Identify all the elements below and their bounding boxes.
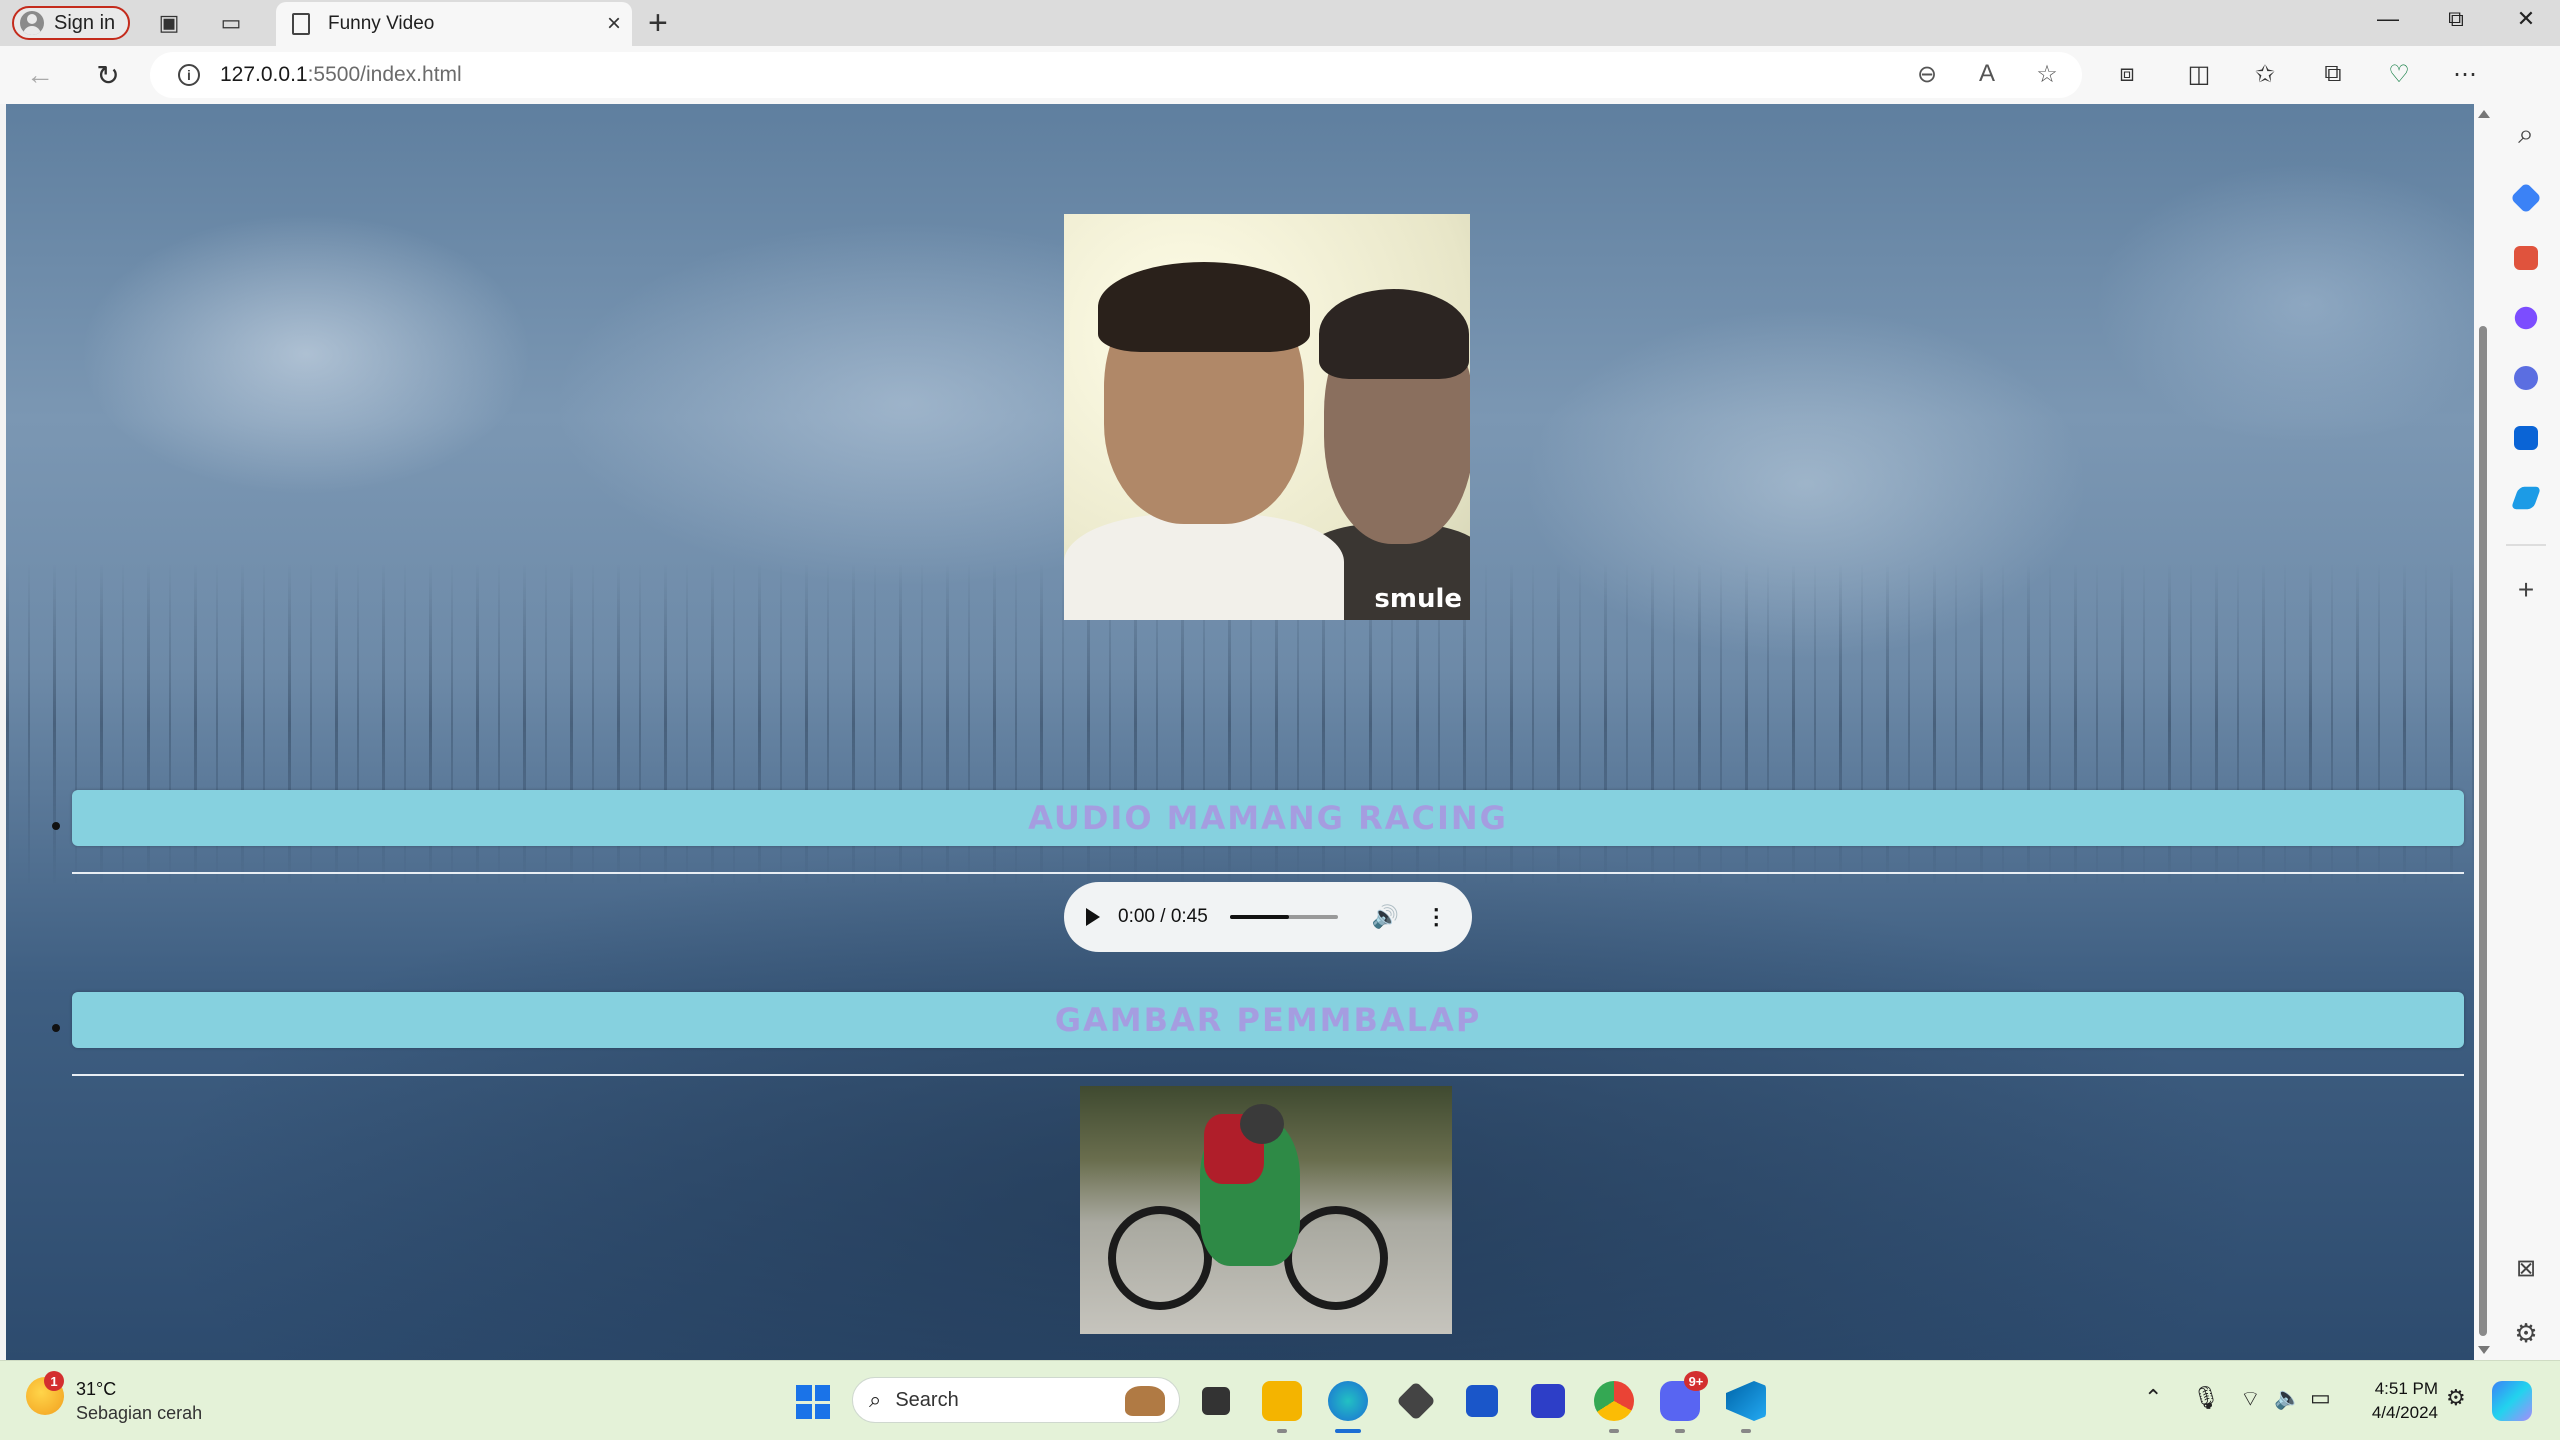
close-window-button[interactable]: ✕ (2506, 6, 2546, 32)
notification-settings-icon[interactable]: ⚙ (2446, 1385, 2466, 1411)
back-button[interactable]: ← (20, 56, 60, 94)
edge-browser-icon[interactable] (1328, 1381, 1368, 1421)
tab-actions-icon[interactable]: ▭ (216, 8, 246, 38)
info-icon[interactable]: i (178, 64, 200, 86)
minimize-button[interactable]: — (2368, 6, 2408, 32)
favorite-star-icon[interactable]: ☆ (2032, 60, 2062, 89)
wifi-icon[interactable]: ⌔ (2240, 1385, 2261, 1413)
section-heading-audio-text: AUDIO MAMANG RACING (1028, 799, 1508, 837)
windows-taskbar: 1 31°C Sebagian cerah ⌕ Search 9+ ⌃ 🎙 ⌔ … (0, 1360, 2560, 1440)
store-icon[interactable] (1466, 1385, 1498, 1417)
browser-toolbar: ← ↻ i 127.0.0.1:5500/index.html ⊖ A ☆ ⧈ … (0, 46, 2560, 104)
volume-icon[interactable]: 🔊 (1372, 904, 1399, 930)
chrome-icon[interactable] (1594, 1381, 1634, 1421)
drop-icon[interactable] (2510, 486, 2542, 510)
page-scrollbar[interactable] (2474, 104, 2492, 1360)
clock-date: 4/4/2024 (2371, 1403, 2438, 1422)
shopping-tag-icon[interactable] (2510, 182, 2542, 214)
scroll-down-icon[interactable] (2478, 1346, 2490, 1354)
favorites-icon[interactable]: ✩ (2248, 60, 2282, 89)
search-icon[interactable]: ⌕ (2506, 118, 2546, 151)
app-cube-icon[interactable] (1396, 1381, 1436, 1421)
speaker-icon[interactable]: 🔈 (2274, 1385, 2301, 1411)
taskbar-clock[interactable]: 4:51 PM 4/4/2024 (2362, 1377, 2438, 1425)
address-bar[interactable]: i 127.0.0.1:5500/index.html ⊖ A ☆ (150, 52, 2082, 98)
workspaces-icon[interactable]: ▣ (154, 8, 184, 38)
url-path: :5500/index.html (307, 63, 462, 86)
taskbar-search-label: Search (895, 1388, 959, 1411)
app-m-icon[interactable] (1531, 1384, 1565, 1418)
outlook-icon[interactable] (2514, 426, 2538, 450)
audio-progress-fill (1229, 915, 1290, 919)
restore-button[interactable]: ⧉ (2436, 6, 2476, 32)
more-icon[interactable]: ⋯ (2448, 60, 2482, 89)
sign-in-button[interactable]: Sign in (12, 6, 130, 40)
show-hidden-icons[interactable]: ⌃ (2144, 1385, 2162, 1411)
list-bullet (52, 822, 60, 830)
edge-sidebar: ⌕ + ⊠ ⚙ (2492, 46, 2560, 1360)
video-watermark: smule (1374, 584, 1462, 614)
video-player[interactable]: smule (1064, 214, 1470, 620)
section-heading-image: GAMBAR PEMMBALAP (72, 992, 2464, 1048)
extensions-icon[interactable]: ⧈ (2110, 60, 2144, 88)
audio-progress[interactable] (1229, 915, 1338, 919)
battery-icon[interactable]: ▭ (2310, 1385, 2331, 1411)
divider (72, 1074, 2464, 1076)
task-view-icon[interactable] (1202, 1387, 1230, 1415)
audio-time: 0:00 / 0:45 (1118, 906, 1208, 927)
weather-badge: 1 (44, 1371, 64, 1391)
discord-badge: 9+ (1684, 1371, 1708, 1391)
tab-title: Funny Video (328, 13, 435, 34)
tab-funny-video[interactable]: Funny Video × (276, 2, 632, 46)
page-content: smule AUDIO MAMANG RACING 0:00 / 0:45 🔊 … (6, 104, 2474, 1360)
search-highlight-icon (1125, 1386, 1165, 1416)
weather-temp: 31°C (76, 1379, 117, 1399)
close-tab-icon[interactable]: × (596, 10, 632, 38)
list-bullet (52, 1024, 60, 1032)
collections-icon[interactable]: ⧉ (2316, 60, 2350, 88)
more-options-icon[interactable]: ⋮ (1425, 904, 1447, 930)
page-icon (292, 13, 310, 35)
racer-image (1080, 1086, 1452, 1334)
section-heading-image-text: GAMBAR PEMMBALAP (1054, 1001, 1482, 1039)
settings-gear-icon[interactable]: ⚙ (2506, 1318, 2546, 1349)
hide-sidebar-icon[interactable]: ⊠ (2506, 1254, 2546, 1283)
taskbar-search[interactable]: ⌕ Search (852, 1377, 1180, 1423)
refresh-button[interactable]: ↻ (88, 56, 128, 94)
url-text[interactable]: 127.0.0.1:5500/index.html (220, 63, 462, 87)
office-icon[interactable] (2514, 366, 2538, 390)
microphone-icon[interactable]: 🎙 (2192, 1385, 2220, 1411)
person-icon (20, 11, 44, 35)
scrollbar-thumb[interactable] (2479, 326, 2487, 1336)
clock-time: 4:51 PM (2374, 1379, 2438, 1398)
audio-player[interactable]: 0:00 / 0:45 🔊 ⋮ (1064, 882, 1472, 952)
browser-essentials-icon[interactable]: ♡ (2382, 60, 2416, 89)
divider (72, 872, 2464, 874)
new-tab-button[interactable]: + (648, 6, 668, 40)
play-icon[interactable] (1086, 908, 1100, 926)
scroll-up-icon[interactable] (2478, 110, 2490, 118)
sign-in-label: Sign in (54, 11, 116, 34)
read-aloud-icon[interactable]: A (1972, 60, 2002, 88)
weather-desc: Sebagian cerah (76, 1403, 203, 1423)
split-screen-icon[interactable]: ◫ (2182, 60, 2216, 89)
zoom-out-icon[interactable]: ⊖ (1912, 60, 1942, 89)
games-icon[interactable] (2514, 306, 2538, 330)
file-explorer-icon[interactable] (1262, 1381, 1302, 1421)
search-icon: ⌕ (869, 1387, 882, 1412)
add-sidebar-app-icon[interactable]: + (2506, 574, 2546, 606)
url-host: 127.0.0.1 (220, 63, 308, 86)
section-heading-audio: AUDIO MAMANG RACING (72, 790, 2464, 846)
tab-strip: Sign in ▣ ▭ Funny Video × + — ⧉ ✕ (0, 0, 2560, 46)
vscode-icon[interactable] (1726, 1381, 1766, 1421)
tools-icon[interactable] (2514, 246, 2538, 270)
copilot-taskbar-icon[interactable] (2492, 1381, 2532, 1421)
start-button[interactable] (796, 1385, 830, 1419)
